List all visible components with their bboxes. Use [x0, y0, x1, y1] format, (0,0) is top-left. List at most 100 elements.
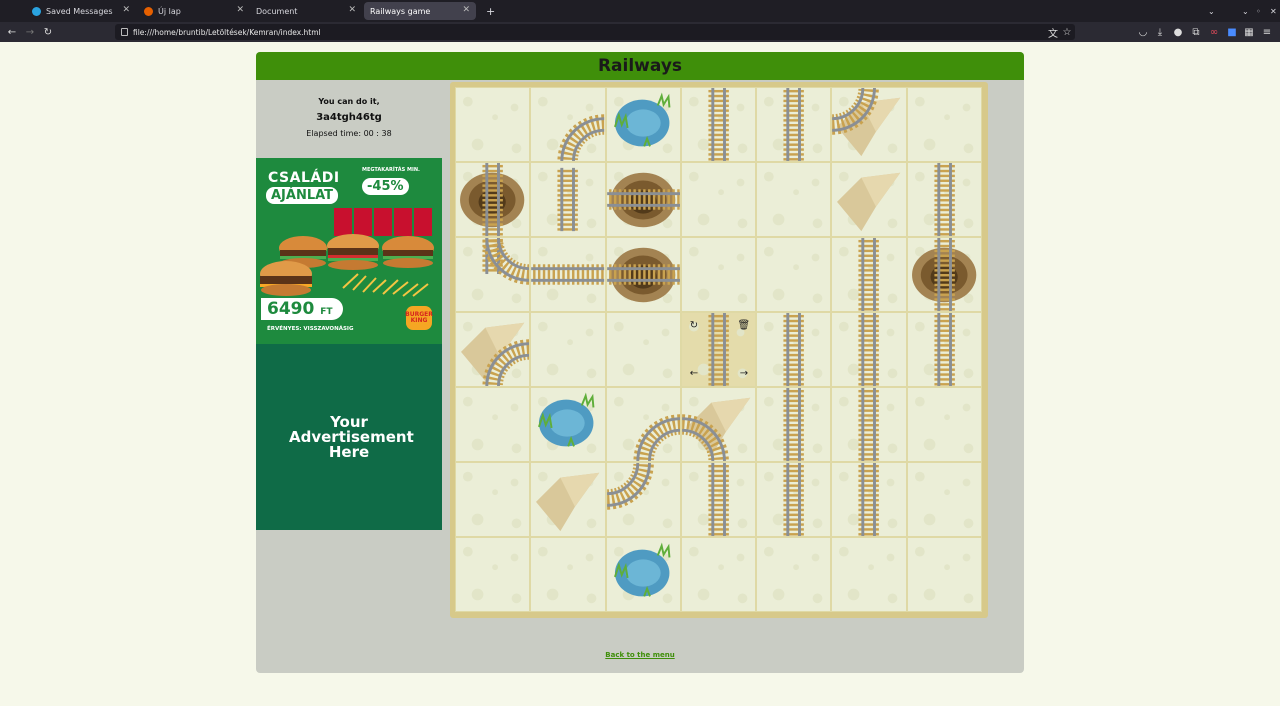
document-icon: [121, 28, 128, 36]
tab-railways-game[interactable]: Railways game ✕: [364, 2, 476, 20]
board-cell-2-4[interactable]: [756, 237, 832, 312]
board-cell-4-5[interactable]: [831, 387, 907, 462]
board-cell-3-0[interactable]: [455, 312, 531, 387]
translate-button[interactable]: 文: [1046, 25, 1060, 40]
board-cell-2-6[interactable]: [906, 237, 983, 312]
board-cell-0-2[interactable]: [605, 87, 681, 162]
board-cell-4-2[interactable]: [605, 387, 681, 462]
board-cell-0-5[interactable]: [831, 87, 907, 162]
extensions-button[interactable]: ⧉: [1189, 25, 1203, 39]
tile-curve-se-wide: [538, 96, 605, 161]
board-cell-3-5[interactable]: [831, 312, 907, 387]
board-cell-4-1[interactable]: [530, 387, 606, 462]
board-cell-3-2[interactable]: [605, 312, 681, 387]
pocket-button[interactable]: ◡: [1136, 25, 1150, 39]
browser-tab-bar: Saved Messages ✕ Új lap ✕ Document ✕ Railwa…: [0, 0, 1280, 22]
board-cell-4-0[interactable]: [455, 387, 531, 462]
board-cell-5-1[interactable]: [530, 462, 606, 537]
rotate-left-button[interactable]: ←: [688, 367, 700, 379]
bookmark-star-button[interactable]: ☆: [1060, 25, 1074, 39]
board-cell-4-4[interactable]: [756, 387, 832, 462]
board-cell-5-0[interactable]: [455, 462, 531, 537]
board-cell-2-5[interactable]: [831, 237, 907, 312]
board-cell-0-6[interactable]: [906, 87, 983, 162]
tile-empty: [914, 96, 974, 154]
menu-button[interactable]: ≡: [1260, 25, 1274, 39]
forward-button[interactable]: →: [23, 25, 37, 39]
gmail-pinned-tab[interactable]: [4, 2, 20, 20]
board-cell-5-6[interactable]: [906, 462, 983, 537]
back-button[interactable]: ←: [5, 25, 19, 39]
board-cell-4-6[interactable]: [906, 387, 983, 462]
maximize-icon: ◦: [1256, 6, 1261, 16]
close-icon[interactable]: ✕: [462, 5, 470, 15]
board-cell-3-4[interactable]: [756, 312, 832, 387]
shield-extension-button[interactable]: ■: [1225, 25, 1239, 39]
account-button[interactable]: ●: [1171, 25, 1185, 39]
mask-extension-button[interactable]: ∞: [1207, 25, 1221, 39]
close-icon[interactable]: ✕: [236, 5, 244, 15]
tile-rail-v: [764, 88, 823, 161]
board-cell-2-0[interactable]: [455, 237, 531, 312]
board-cell-6-3[interactable]: [680, 537, 757, 612]
board-cell-2-1[interactable]: [530, 237, 606, 312]
close-icon[interactable]: ✕: [122, 5, 130, 15]
board-cell-2-3[interactable]: [680, 237, 757, 312]
board-cell-1-1[interactable]: [530, 162, 606, 237]
tab-list-button[interactable]: ⌄: [1202, 2, 1221, 20]
board-cell-5-5[interactable]: [831, 462, 907, 537]
rotate-right-button[interactable]: →: [738, 367, 750, 379]
tile-rock-curve: [461, 321, 530, 386]
board-cell-5-4[interactable]: [756, 462, 832, 537]
board-cell-3-1[interactable]: [530, 312, 606, 387]
new-tab-button[interactable]: +: [480, 2, 501, 20]
board-cell-1-0[interactable]: [455, 162, 531, 237]
board-cell-0-4[interactable]: [756, 87, 832, 162]
board-cell-3-6[interactable]: [906, 312, 983, 387]
tile-empty: [462, 546, 522, 604]
delete-button[interactable]: 🗑: [738, 319, 751, 331]
board-cell-1-6[interactable]: [906, 162, 983, 237]
account-icon: ●: [1173, 26, 1183, 38]
board-cell-6-4[interactable]: [756, 537, 832, 612]
arrow-left-icon: ←: [7, 26, 17, 38]
downloads-button[interactable]: ⤓: [1153, 25, 1167, 39]
tab-saved-messages[interactable]: Saved Messages ✕: [26, 2, 136, 20]
download-icon: ⤓: [1157, 26, 1163, 38]
tab-new[interactable]: Új lap ✕: [138, 2, 250, 20]
advertisement-placeholder[interactable]: Your Advertisement Here: [256, 344, 442, 530]
tab-label: Document: [256, 6, 298, 16]
rotate-button[interactable]: ↻: [688, 319, 700, 331]
board-cell-6-6[interactable]: [906, 537, 983, 612]
burger-king-logo: BURGER KING: [405, 306, 433, 330]
board-cell-1-5[interactable]: [831, 162, 907, 237]
board-cell-2-2[interactable]: [605, 237, 681, 312]
board-cell-4-3[interactable]: [680, 387, 757, 462]
board-cell-3-3[interactable]: ↻ 🗑 ← →: [680, 312, 757, 387]
board-cell-1-2[interactable]: [605, 162, 681, 237]
board-cell-5-2[interactable]: [605, 462, 681, 537]
tile-rail-v-short: [538, 167, 597, 232]
close-icon[interactable]: ✕: [348, 5, 356, 15]
board-cell-5-3[interactable]: [680, 462, 757, 537]
board-cell-0-0[interactable]: [455, 87, 531, 162]
tile-empty: [764, 246, 823, 304]
reload-button[interactable]: ↻: [41, 25, 55, 39]
board-cell-0-3[interactable]: [680, 87, 757, 162]
board-cell-1-3[interactable]: [680, 162, 757, 237]
burger-king-ad[interactable]: CSALÁDI AJÁNLAT MEGTAKARÍTÁS MIN. -45% 6…: [256, 158, 442, 344]
tile-curve-sw-rock: [681, 396, 751, 461]
board-cell-6-2[interactable]: [605, 537, 681, 612]
navigation-toolbar: ← → ↻ file:///home/bruntib/Letöltések/Ke…: [0, 22, 1280, 42]
board-cell-6-0[interactable]: [455, 537, 531, 612]
board-cell-6-1[interactable]: [530, 537, 606, 612]
board-cell-0-1[interactable]: [530, 87, 606, 162]
ad-price-value: 6490: [267, 299, 315, 319]
board-cell-1-4[interactable]: [756, 162, 832, 237]
back-to-menu-link[interactable]: Back to the menu: [605, 651, 674, 659]
board-cell-6-5[interactable]: [831, 537, 907, 612]
window-close-button[interactable]: ✕: [1264, 2, 1280, 20]
url-bar[interactable]: file:///home/bruntib/Letöltések/Kemran/i…: [115, 24, 1075, 40]
tab-document[interactable]: Document ✕: [250, 2, 362, 20]
grid-extension-button[interactable]: ▦: [1242, 25, 1256, 39]
